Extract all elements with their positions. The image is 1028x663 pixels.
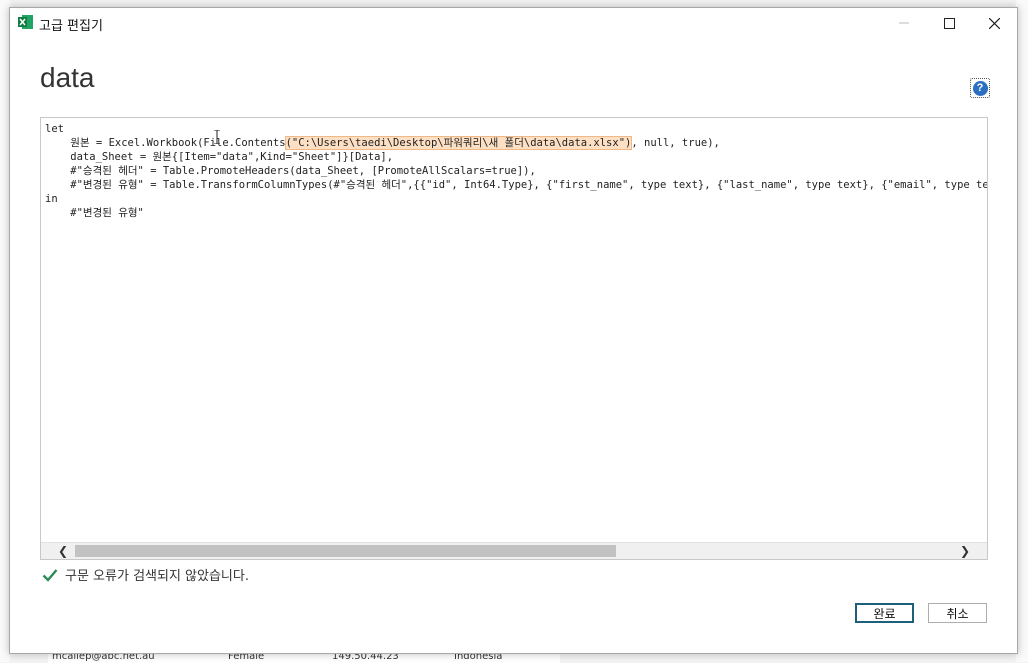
minimize-button[interactable] (881, 8, 927, 38)
code-line: in (45, 193, 58, 205)
maximize-icon (943, 17, 955, 29)
horizontal-scrollbar[interactable]: ❮ ❯ (41, 542, 987, 559)
cancel-button[interactable]: 취소 (928, 603, 987, 623)
maximize-button[interactable] (926, 8, 972, 38)
minimize-icon (899, 22, 909, 24)
status-text: 구문 오류가 검색되지 않았습니다. (65, 569, 249, 584)
done-button[interactable]: 완료 (855, 603, 914, 623)
text-cursor-icon (214, 130, 220, 144)
code-line: data_Sheet = 원본{[Item="data",Kind="Sheet… (45, 151, 394, 163)
code-editor[interactable]: let 원본 = Excel.Workbook(File.Contents("C… (40, 117, 988, 560)
code-line: 원본 = Excel.Workbook(File.Contents (45, 137, 286, 149)
window-title: 고급 편집기 (39, 19, 103, 34)
help-button[interactable]: ? (970, 78, 990, 98)
syntax-status: 구문 오류가 검색되지 않았습니다. (42, 565, 249, 584)
scroll-left-icon[interactable]: ❮ (55, 543, 71, 559)
title-bar[interactable]: 고급 편집기 (10, 8, 1017, 38)
code-line-tail: , null, true), (631, 137, 720, 149)
scroll-thumb[interactable] (75, 545, 616, 557)
advanced-editor-dialog: 고급 편집기 data ? let 원본 = Excel.Workbook(Fi… (9, 7, 1018, 654)
code-line: #"변경된 유형" = Table.TransformColumnTypes(#… (45, 179, 988, 191)
close-button[interactable] (971, 8, 1017, 38)
scroll-right-icon[interactable]: ❯ (957, 543, 973, 559)
close-icon (988, 17, 1000, 29)
code-line: #"승격된 헤더" = Table.PromoteHeaders(data_Sh… (45, 165, 536, 177)
help-icon: ? (972, 80, 988, 96)
code-line: #"변경된 유형" (45, 207, 144, 219)
code-highlight: ("C:\Users\taedi\Desktop\파워쿼리\새 폴더\data\… (284, 136, 633, 150)
code-line: let (45, 123, 64, 135)
excel-icon (18, 15, 33, 29)
checkmark-icon (42, 568, 58, 582)
code-text[interactable]: let 원본 = Excel.Workbook(File.Contents("C… (45, 122, 988, 220)
query-name-heading: data (40, 62, 95, 93)
